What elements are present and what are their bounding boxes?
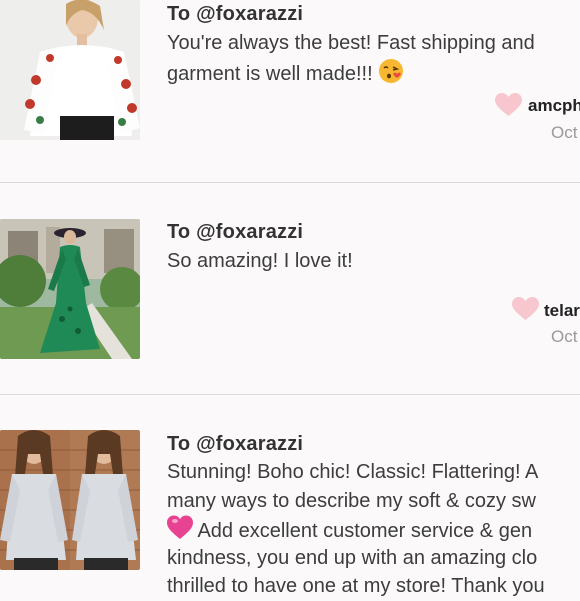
- kissing-face-heart-emoji: [379, 58, 404, 83]
- recipient-label: To @foxarazzi: [167, 221, 304, 243]
- review-line: thrilled to have one at my store! Thank …: [167, 575, 545, 597]
- review-date: Oct: [551, 327, 578, 346]
- review-line: kindness, you end up with an amazing clo: [167, 546, 538, 569]
- review-card: To @foxarazzi Stunning! Boho chic! Class…: [0, 395, 580, 597]
- review-card: To @foxarazzi So amazing! I love it! tel…: [0, 183, 580, 394]
- review-line: You're always the best! Fast shipping an…: [167, 32, 535, 54]
- pink-heart-emoji: [167, 515, 193, 539]
- review-line: many ways to describe my soft & cozy sw: [167, 489, 537, 512]
- recipient-label: To @foxarazzi: [167, 433, 304, 455]
- review-text: You're always the best! Fast shipping an…: [167, 29, 580, 86]
- heart-icon[interactable]: [495, 93, 522, 117]
- reviewer-username[interactable]: amcph: [528, 96, 580, 116]
- review-text: Stunning! Boho chic! Classic! Flattering…: [167, 458, 580, 601]
- recipient-label: To @foxarazzi: [167, 3, 304, 25]
- heart-icon[interactable]: [512, 297, 539, 321]
- review-date: Oct: [551, 123, 578, 142]
- review-line: Add excellent customer service & gen: [197, 520, 533, 542]
- review-card: To @foxarazzi You're always the best! Fa…: [0, 0, 580, 182]
- review-line: So amazing! I love it!: [167, 250, 353, 272]
- product-thumbnail-floral-blouse[interactable]: [0, 0, 140, 140]
- product-thumbnail-green-maxi-dress[interactable]: [0, 219, 140, 359]
- reviewer-username[interactable]: telar: [544, 301, 580, 321]
- review-text: So amazing! I love it!: [167, 247, 580, 276]
- review-line: Stunning! Boho chic! Classic! Flattering…: [167, 461, 539, 483]
- product-thumbnail-cold-shoulder-sweater[interactable]: [0, 430, 140, 570]
- review-line: garment is well made!!!: [167, 62, 373, 85]
- review-feed: To @foxarazzi You're always the best! Fa…: [0, 0, 580, 597]
